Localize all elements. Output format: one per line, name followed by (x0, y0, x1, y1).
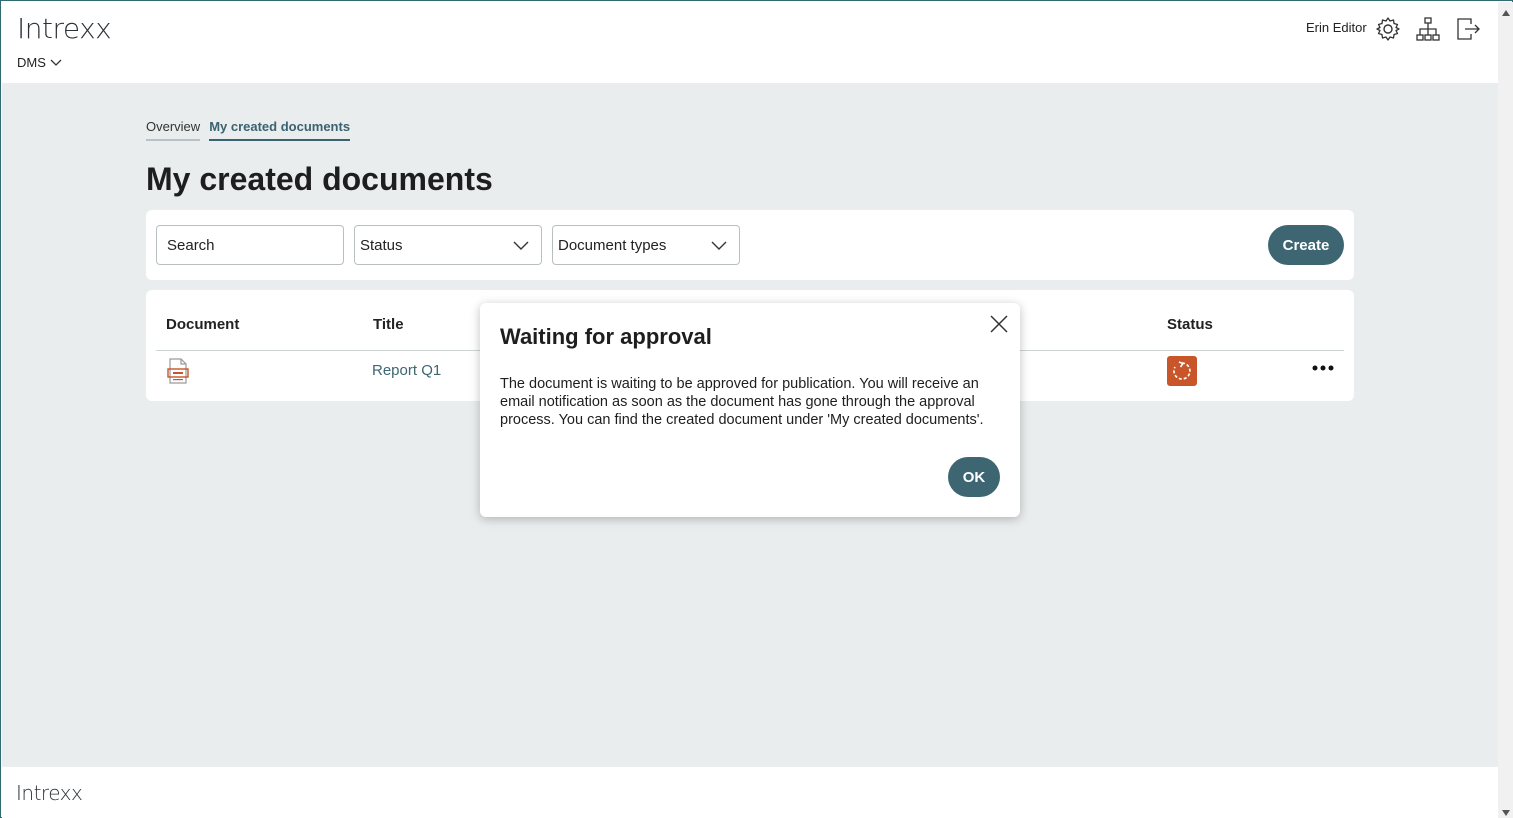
app-window: Intrexx DMS Erin Editor Overview My crea… (0, 0, 1513, 818)
dialog-message: The document is waiting to be approved f… (500, 376, 984, 428)
tab-my-created-documents[interactable]: My created documents (209, 119, 351, 141)
chevron-down-icon (711, 238, 727, 256)
ok-button[interactable]: OK (948, 457, 1000, 497)
chevron-down-icon (513, 238, 529, 256)
logout-icon[interactable] (1454, 15, 1482, 43)
pending-approval-icon (1167, 356, 1197, 386)
search-input[interactable]: Search (156, 225, 344, 265)
sitemap-icon[interactable] (1414, 15, 1442, 43)
tab-overview[interactable]: Overview (146, 119, 201, 141)
column-header-document[interactable]: Document (166, 316, 239, 333)
status-select[interactable]: Status (354, 225, 542, 265)
filter-bar: Search Status Document types Create (146, 210, 1354, 280)
status-select-label: Status (360, 236, 403, 254)
column-header-title[interactable]: Title (373, 316, 404, 333)
footer-logo: Intrexx (16, 781, 83, 805)
user-name[interactable]: Erin Editor (1306, 20, 1367, 35)
document-types-label: Document types (558, 236, 667, 254)
scroll-up-arrow-icon[interactable] (1501, 5, 1511, 16)
document-types-select[interactable]: Document types (552, 225, 740, 265)
create-button[interactable]: Create (1268, 225, 1344, 265)
more-options-icon[interactable] (1311, 356, 1335, 380)
app-switcher-label: DMS (17, 55, 46, 70)
approval-dialog: Waiting for approval The document is wai… (480, 303, 1020, 517)
app-switcher-dropdown[interactable]: DMS (17, 55, 62, 70)
close-icon[interactable] (989, 314, 1009, 334)
tab-bar: Overview My created documents (146, 119, 351, 141)
pdf-document-icon[interactable] (167, 358, 189, 389)
chevron-down-icon (50, 55, 62, 70)
page-title: My created documents (146, 161, 493, 197)
vertical-scrollbar[interactable] (1498, 2, 1513, 818)
search-placeholder: Search (167, 236, 215, 254)
column-header-status[interactable]: Status (1167, 316, 1213, 333)
dialog-title: Waiting for approval (500, 324, 712, 349)
top-header: Intrexx DMS Erin Editor (2, 2, 1498, 83)
footer: Intrexx (2, 767, 1498, 818)
gear-icon[interactable] (1374, 15, 1402, 43)
document-title-link[interactable]: Report Q1 (372, 362, 441, 379)
scroll-down-arrow-icon[interactable] (1501, 805, 1511, 816)
intrexx-logo[interactable]: Intrexx (17, 12, 112, 45)
